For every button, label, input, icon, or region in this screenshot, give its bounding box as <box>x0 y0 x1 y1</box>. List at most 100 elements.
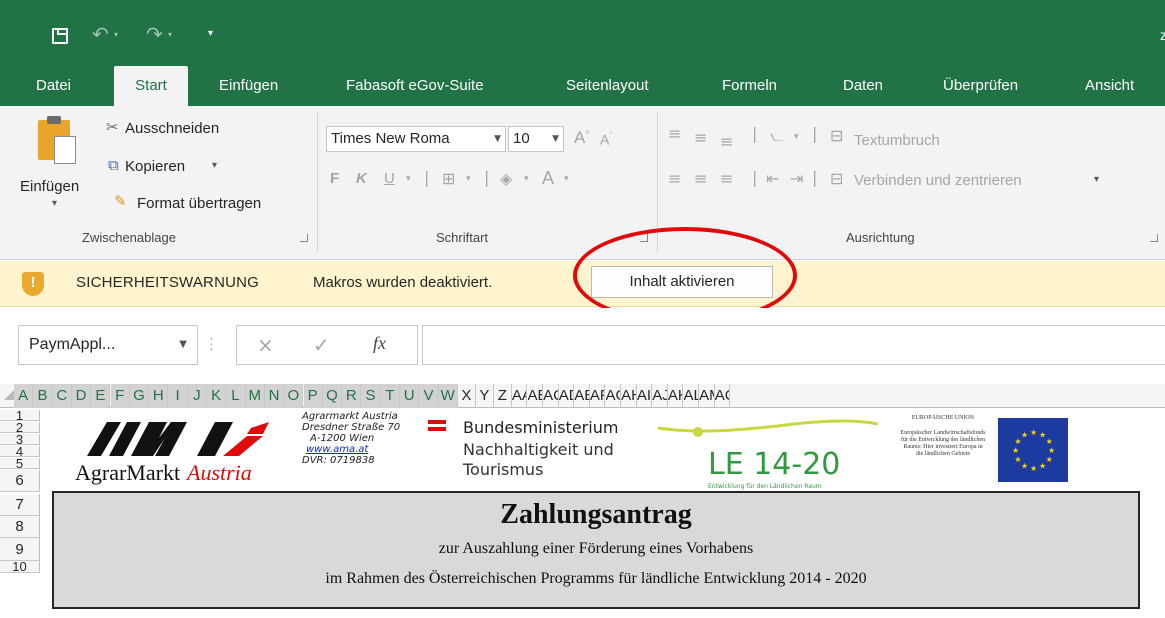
column-header[interactable]: Y <box>476 384 494 408</box>
wrap-text-button[interactable]: Textumbruch <box>854 132 940 149</box>
clipboard-launcher-icon[interactable] <box>300 234 308 242</box>
column-header[interactable]: E <box>91 384 111 408</box>
fill-dropdown-icon[interactable]: ▾ <box>524 174 529 184</box>
row-header[interactable]: 2 <box>0 422 40 433</box>
row-header[interactable]: 4 <box>0 446 40 457</box>
decrease-indent-icon[interactable]: ⇤ <box>766 169 779 188</box>
paste-button[interactable]: Einfügen <box>20 178 79 195</box>
column-header[interactable]: P <box>303 384 323 408</box>
align-middle-icon[interactable]: ≡ <box>694 128 707 147</box>
tab-daten[interactable]: Daten <box>843 66 883 106</box>
column-header[interactable]: H <box>149 384 169 408</box>
fill-color-icon[interactable]: ◈ <box>500 169 512 188</box>
column-header[interactable]: D <box>71 384 92 408</box>
formula-input[interactable] <box>422 325 1165 365</box>
tab-ueberpruefen[interactable]: Überprüfen <box>943 66 1018 106</box>
grow-font-button[interactable]: A^ <box>574 128 590 148</box>
underline-button[interactable]: U <box>384 170 395 187</box>
font-color-button[interactable]: A <box>542 168 554 189</box>
row-header[interactable]: 10 <box>0 561 40 573</box>
row-header[interactable]: 9 <box>0 538 40 561</box>
row-header[interactable]: 1 <box>0 410 40 421</box>
column-header[interactable]: A <box>14 384 34 408</box>
font-name-select[interactable]: Times New Roma ▼ <box>326 126 506 152</box>
tab-ansicht[interactable]: Ansicht <box>1085 66 1134 106</box>
column-header[interactable]: B <box>33 384 53 408</box>
column-header[interactable]: AE <box>528 384 544 408</box>
column-header[interactable]: O <box>284 384 304 408</box>
column-header[interactable]: U <box>400 384 420 408</box>
column-header[interactable]: R <box>342 384 362 408</box>
column-header[interactable]: X <box>458 384 476 408</box>
undo-icon[interactable]: ↶ <box>92 22 109 46</box>
customize-qat-icon[interactable]: ▾ <box>208 28 213 39</box>
column-header[interactable]: C <box>52 384 72 408</box>
align-top-icon[interactable]: ≡ <box>668 124 681 143</box>
redo-dropdown-icon[interactable]: ▾ <box>168 30 172 39</box>
column-header[interactable]: AI <box>637 384 653 408</box>
font-color-dropdown-icon[interactable]: ▾ <box>564 174 569 184</box>
align-left-icon[interactable]: ≡ <box>668 169 681 188</box>
redo-icon[interactable]: ↷ <box>146 22 163 46</box>
tab-formeln[interactable]: Formeln <box>722 66 777 106</box>
enter-icon[interactable]: ✓ <box>313 333 330 357</box>
copy-icon[interactable]: ⧉ <box>108 156 119 174</box>
row-header[interactable]: 3 <box>0 434 40 445</box>
merge-dropdown-icon[interactable]: ▾ <box>1094 174 1099 185</box>
tab-einfuegen[interactable]: Einfügen <box>219 66 278 106</box>
column-header[interactable]: G <box>129 384 150 408</box>
shrink-font-button[interactable]: Aˇ <box>600 131 612 148</box>
column-header[interactable]: AC <box>543 384 559 408</box>
format-painter-icon[interactable]: ✎ <box>114 192 127 210</box>
column-header[interactable]: N <box>264 384 285 408</box>
align-bottom-icon[interactable]: ≡ <box>720 132 733 151</box>
borders-icon[interactable]: ⊞ <box>442 169 455 188</box>
italic-button[interactable]: K <box>356 170 367 187</box>
column-header[interactable]: M <box>245 384 265 408</box>
merge-center-icon[interactable]: ⊟ <box>830 169 843 188</box>
ama-website-link[interactable]: www.ama.at <box>302 444 400 455</box>
save-icon[interactable] <box>52 28 68 44</box>
cancel-icon[interactable]: × <box>257 333 274 357</box>
orientation-dropdown-icon[interactable]: ▾ <box>794 132 799 142</box>
increase-indent-icon[interactable]: ⇥ <box>790 169 803 188</box>
row-header[interactable]: 5 <box>0 458 40 469</box>
align-center-icon[interactable]: ≡ <box>694 169 707 188</box>
column-header[interactable]: AH <box>621 384 637 408</box>
tab-fabasoft[interactable]: Fabasoft eGov-Suite <box>346 66 484 106</box>
cut-button[interactable]: Ausschneiden <box>125 120 219 137</box>
column-header[interactable]: AE <box>574 384 590 408</box>
column-header[interactable]: S <box>361 384 381 408</box>
column-header[interactable]: L <box>226 384 246 408</box>
orientation-icon[interactable]: ⦦ <box>770 126 783 146</box>
column-header[interactable]: I <box>168 384 188 408</box>
column-header[interactable]: W <box>438 384 458 408</box>
name-box[interactable]: PaymAppl... ▼ <box>18 325 198 365</box>
insert-function-button[interactable]: fx <box>373 333 386 354</box>
tab-start[interactable]: Start <box>114 66 188 108</box>
column-header[interactable]: F <box>110 384 130 408</box>
copy-dropdown-icon[interactable]: ▾ <box>212 160 217 171</box>
undo-dropdown-icon[interactable]: ▾ <box>114 30 118 39</box>
column-header[interactable]: J <box>187 384 207 408</box>
column-header[interactable]: AD <box>559 384 575 408</box>
font-size-select[interactable]: 10 ▼ <box>508 126 564 152</box>
wrap-text-icon[interactable]: ⊟ <box>830 126 843 145</box>
tab-seitenlayout[interactable]: Seitenlayout <box>566 66 649 106</box>
underline-dropdown-icon[interactable]: ▾ <box>406 174 411 184</box>
alignment-launcher-icon[interactable] <box>1150 234 1158 242</box>
column-header[interactable]: T <box>380 384 400 408</box>
row-header[interactable]: 6 <box>0 470 40 492</box>
scissors-icon[interactable]: ✂ <box>106 118 119 136</box>
merge-center-button[interactable]: Verbinden und zentrieren <box>854 172 1022 189</box>
bold-button[interactable]: F <box>330 170 339 187</box>
column-header[interactable]: Q <box>322 384 343 408</box>
column-header[interactable]: AF <box>590 384 606 408</box>
column-header[interactable]: AA <box>512 384 528 408</box>
column-header[interactable]: AG <box>606 384 622 408</box>
tab-datei[interactable]: Datei <box>36 66 71 106</box>
select-all-icon[interactable] <box>4 390 14 400</box>
paste-dropdown-icon[interactable]: ▾ <box>52 198 57 209</box>
row-header[interactable]: 7 <box>0 494 40 516</box>
borders-dropdown-icon[interactable]: ▾ <box>466 174 471 184</box>
